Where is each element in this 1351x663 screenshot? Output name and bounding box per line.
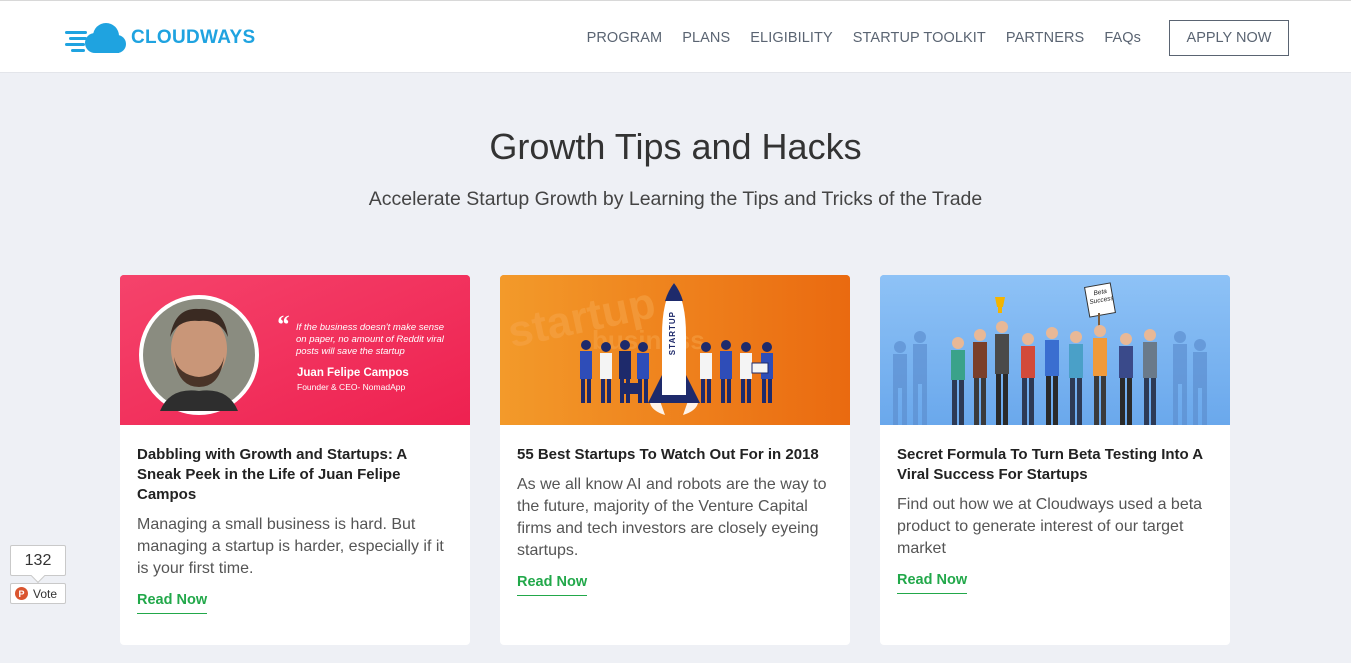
card-description: As we all know AI and robots are the way… — [517, 476, 827, 559]
article-card-beta-testing[interactable]: Beta Success Secret Formula To Turn Beta… — [880, 275, 1230, 645]
vote-count-badge: 132 — [10, 545, 66, 576]
read-now-link[interactable]: Read Now — [517, 574, 588, 596]
nav-faqs[interactable]: FAQs — [1104, 30, 1141, 46]
nav-program[interactable]: PROGRAM — [587, 30, 663, 46]
cloudways-logo[interactable]: CLOUDWAYS — [65, 21, 255, 55]
producthunt-vote-button[interactable]: P Vote — [10, 583, 66, 604]
celebrating-crowd-illustration — [880, 275, 1230, 425]
card-image-juan[interactable]: “ If the business doesn't make sense on … — [120, 275, 470, 425]
quote-author-name: Juan Felipe Campos — [297, 367, 409, 379]
quote-author-role: Founder & CEO- NomadApp — [297, 382, 406, 392]
svg-text:“: “ — [276, 310, 289, 339]
card-title[interactable]: Secret Formula To Turn Beta Testing Into… — [897, 445, 1213, 485]
nav-partners[interactable]: PARTNERS — [1006, 30, 1084, 46]
nav-plans[interactable]: PLANS — [682, 30, 730, 46]
article-card-startups-2018[interactable]: startup business STARTUP 55 Best Startup… — [500, 275, 850, 645]
site-header: CLOUDWAYS PROGRAM PLANS ELIGIBILITY STAR… — [0, 0, 1351, 73]
page-title: Growth Tips and Hacks — [489, 126, 862, 167]
article-card-juan[interactable]: “ If the business doesn't make sense on … — [120, 275, 470, 645]
card-title[interactable]: Dabbling with Growth and Startups: A Sne… — [137, 445, 453, 505]
vote-label: Vote — [33, 586, 58, 601]
read-now-link[interactable]: Read Now — [137, 592, 208, 614]
card-title[interactable]: 55 Best Startups To Watch Out For in 201… — [517, 445, 833, 465]
page-subtitle: Accelerate Startup Growth by Learning th… — [368, 188, 983, 210]
main-nav: PROGRAM PLANS ELIGIBILITY STARTUP TOOLKI… — [587, 19, 1289, 56]
cloud-logo-icon — [65, 23, 126, 53]
card-description: Find out how we at Cloudways used a beta… — [897, 496, 1203, 557]
quote-text: If the business doesn't make sense on pa… — [296, 322, 445, 357]
apply-now-button[interactable]: APPLY NOW — [1169, 19, 1289, 56]
read-now-link[interactable]: Read Now — [897, 572, 968, 594]
nav-startup-toolkit[interactable]: STARTUP TOOLKIT — [853, 30, 986, 46]
logo-text: CLOUDWAYS — [131, 27, 256, 48]
card-description: Managing a small business is hard. But m… — [137, 516, 444, 577]
producthunt-icon: P — [15, 587, 28, 600]
card-image-startups[interactable]: startup business STARTUP — [500, 275, 850, 425]
card-image-beta[interactable]: Beta Success — [880, 275, 1230, 425]
nav-eligibility[interactable]: ELIGIBILITY — [750, 30, 833, 46]
rocket-label: STARTUP — [668, 311, 677, 356]
